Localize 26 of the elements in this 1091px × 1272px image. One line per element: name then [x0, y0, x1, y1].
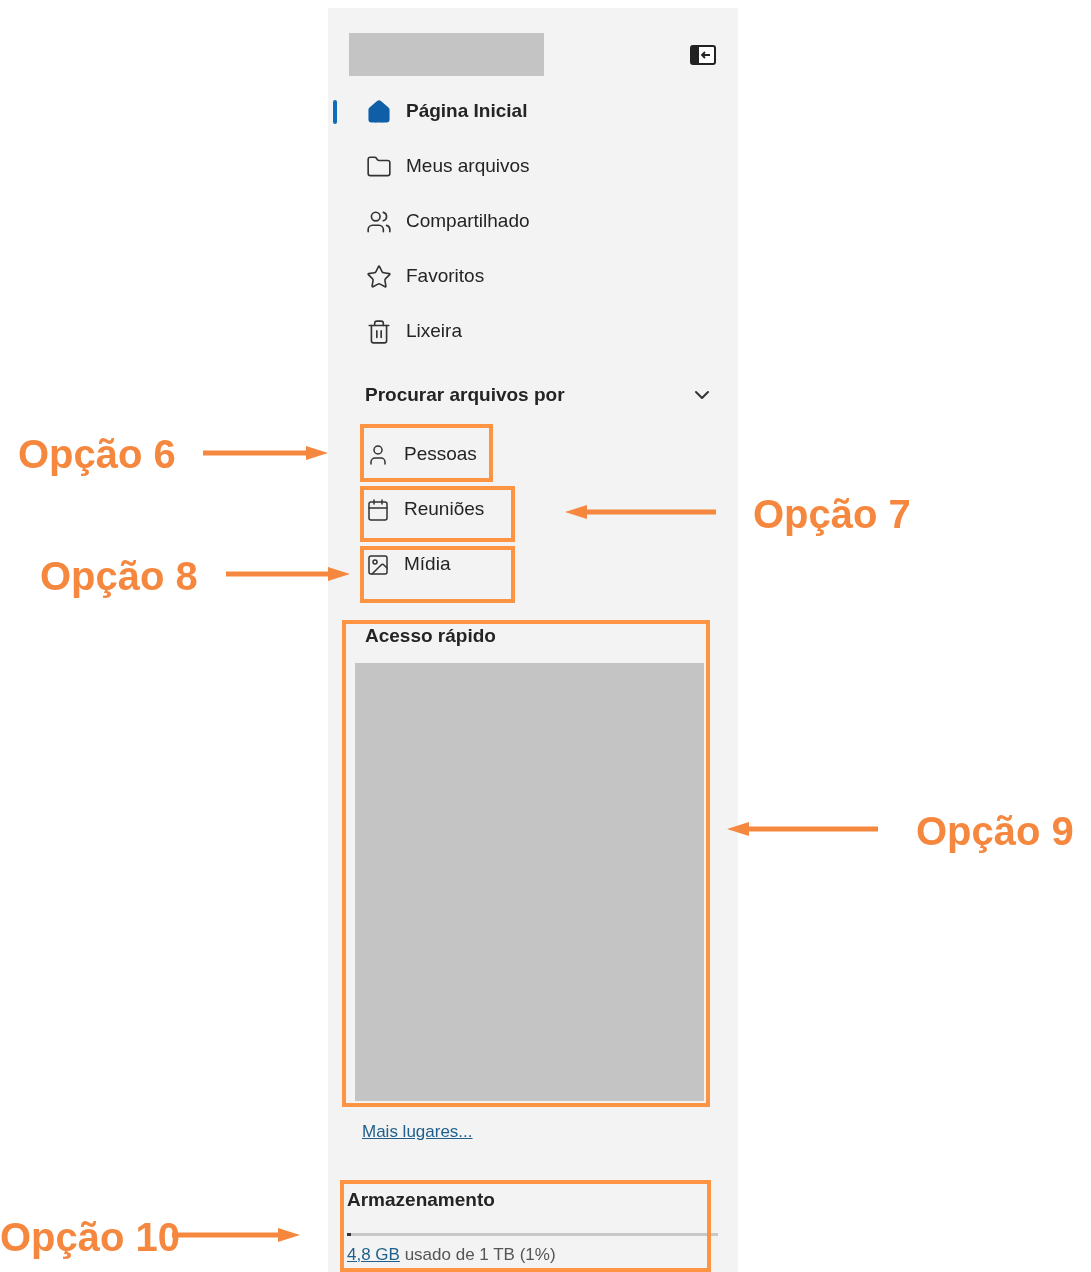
annotation-label: Opção 6	[18, 431, 176, 478]
home-icon	[366, 98, 392, 125]
annotation-label: Opção 8	[40, 553, 198, 600]
section-heading: Armazenamento	[347, 1189, 495, 1210]
browse-item[interactable]: Pessoas	[366, 440, 477, 469]
nav-item[interactable]: Lixeira	[366, 317, 462, 346]
star-icon	[366, 263, 392, 290]
section-heading: Acesso rápido	[365, 625, 496, 646]
trash-icon	[366, 318, 392, 345]
people-icon	[366, 208, 392, 235]
more-places-link[interactable]: Mais lugares...	[362, 1121, 473, 1141]
used-storage-link[interactable]: 4,8 GB	[347, 1244, 400, 1264]
calendar-icon	[366, 497, 390, 522]
collapse-pane-icon[interactable]	[690, 44, 716, 65]
annotation-label: Opção 7	[753, 491, 911, 538]
nav-item[interactable]: Página Inicial	[366, 97, 528, 126]
nav-item[interactable]: Compartilhado	[366, 207, 530, 236]
nav-item[interactable]: Favoritos	[366, 262, 485, 291]
storage-detail: usado de 1 TB (1%)	[403, 1244, 556, 1264]
section-heading: Procurar arquivos por	[365, 382, 565, 407]
browse-item[interactable]: Reuniões	[366, 495, 485, 524]
image-icon	[366, 552, 390, 577]
annotation-label: Opção 10	[0, 1214, 181, 1261]
nav-item[interactable]: Meus arquivos	[366, 152, 530, 181]
browse-item[interactable]: Mídia	[366, 550, 451, 579]
annotation-label: Opção 9	[916, 808, 1074, 855]
